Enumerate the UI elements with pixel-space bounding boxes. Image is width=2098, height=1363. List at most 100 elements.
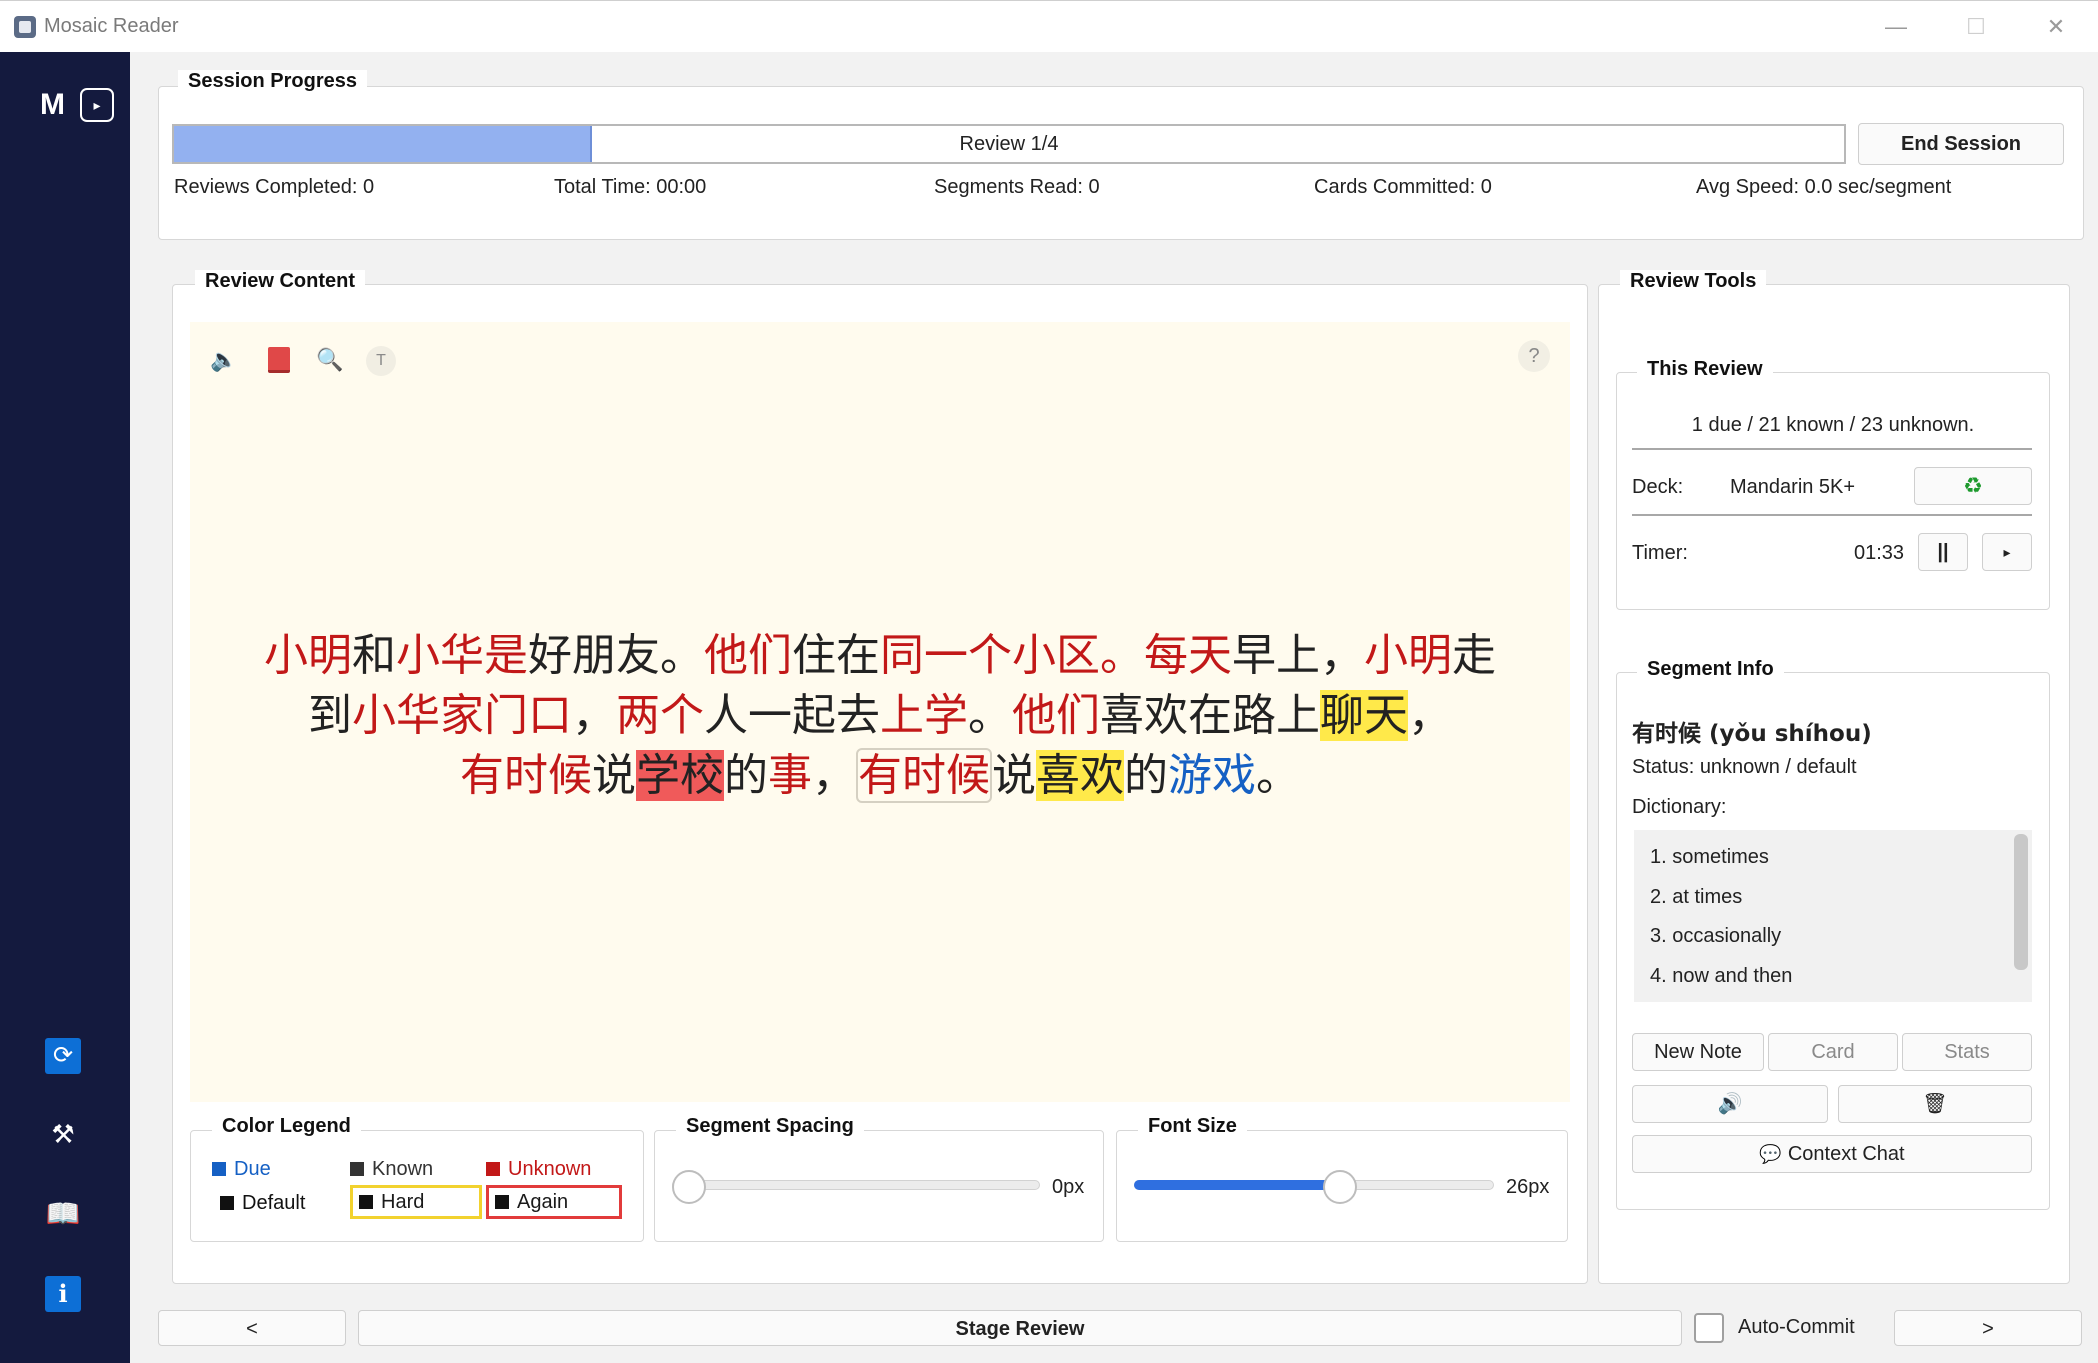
title-bar: Mosaic Reader — ☐ ✕	[0, 0, 2098, 52]
passage-segment[interactable]: 同一个小区。每天	[880, 630, 1232, 681]
book-icon[interactable]	[262, 344, 294, 376]
definition-item: 1. sometimes	[1650, 846, 1769, 868]
passage-segment[interactable]: 他们	[704, 630, 792, 681]
segment-spacing-value: 0px	[1052, 1176, 1085, 1198]
session-progress-bar: Review 1/4	[172, 124, 1846, 164]
passage-segment[interactable]: 小明	[264, 630, 352, 681]
font-size-value: 26px	[1506, 1176, 1550, 1198]
dictionary-label: Dictionary:	[1632, 796, 1727, 818]
chat-icon: 💬	[1759, 1144, 1782, 1164]
review-tools-title: Review Tools	[1620, 270, 1767, 293]
auto-commit-checkbox[interactable]	[1694, 1313, 1724, 1343]
font-size-handle[interactable]	[1323, 1170, 1358, 1204]
passage-segment[interactable]: 事	[768, 750, 812, 801]
definition-item: 3. occasionally	[1650, 925, 1782, 947]
legend-unknown: Unknown	[486, 1158, 591, 1181]
legend-default: Default	[220, 1192, 305, 1215]
play-icon[interactable]: ▸	[80, 88, 114, 122]
info-icon[interactable]: i	[45, 1276, 81, 1312]
color-legend-title: Color Legend	[212, 1115, 361, 1138]
timer-label: Timer:	[1632, 542, 1688, 564]
dictionary-scrollbar[interactable]	[2014, 834, 2028, 970]
segment-spacing-handle[interactable]	[672, 1170, 706, 1204]
passage-segment[interactable]: 小华是	[396, 630, 528, 681]
help-icon[interactable]: ?	[1518, 340, 1550, 372]
passage-segment[interactable]: 喜欢	[1036, 750, 1124, 801]
logo-letter: M	[40, 88, 65, 121]
close-button[interactable]: ✕	[2036, 13, 2076, 41]
passage-segment: 到	[308, 690, 352, 741]
deck-sync-button[interactable]: ♻	[1914, 467, 2032, 505]
again-swatch	[495, 1195, 509, 1209]
play-button[interactable]: ▸	[1982, 533, 2032, 571]
segment-spacing-title: Segment Spacing	[676, 1115, 864, 1138]
total-time-stat: Total Time: 00:00	[554, 176, 707, 198]
passage-line-3: 有时候说学校的事，有时候说喜欢的游戏。	[200, 746, 1560, 806]
hard-swatch	[359, 1195, 373, 1209]
passage-segment: 好朋友。	[528, 630, 704, 681]
speaker-icon[interactable]: 🔈	[208, 344, 240, 376]
review-summary: 1 due / 21 known / 23 unknown.	[1691, 414, 1975, 436]
passage-segment[interactable]: 有时候	[460, 750, 592, 801]
reading-passage: 小明和小华是好朋友。他们住在同一个小区。每天早上，小明走 到小华家门口，两个人一…	[200, 626, 1560, 806]
context-chat-label: Context Chat	[1787, 1143, 1905, 1165]
definition-item: 4. now and then	[1650, 965, 1793, 987]
speak-button[interactable]: 🔊	[1632, 1085, 1828, 1123]
recycle-icon: ♻	[1963, 473, 1983, 498]
delete-button[interactable]: 🗑	[1838, 1085, 2032, 1123]
legend-again: Again	[486, 1185, 622, 1219]
segment-spacing-track[interactable]	[672, 1180, 1040, 1190]
text-size-icon[interactable]: T	[366, 346, 396, 376]
passage-segment: 和	[352, 630, 396, 681]
passage-segment: ，	[572, 690, 616, 741]
passage-segment[interactable]: 游戏	[1168, 750, 1256, 801]
search-icon[interactable]: 🔍	[314, 344, 346, 376]
next-button[interactable]: >	[1894, 1310, 2082, 1346]
trash-icon: 🗑	[1922, 1093, 1948, 1115]
maximize-button[interactable]: ☐	[1956, 13, 1996, 41]
font-size-title: Font Size	[1138, 1115, 1247, 1138]
passage-line-2: 到小华家门口，两个人一起去上学。他们喜欢在路上聊天，	[200, 686, 1560, 746]
segments-read-stat: Segments Read: 0	[934, 176, 1100, 198]
card-button[interactable]: Card	[1768, 1033, 1898, 1071]
passage-segment[interactable]: 学校	[636, 750, 724, 801]
font-size-fill	[1134, 1180, 1341, 1190]
context-chat-button[interactable]: 💬 Context Chat	[1632, 1135, 2032, 1173]
passage-segment[interactable]: 小华家门口	[352, 690, 572, 741]
new-note-button[interactable]: New Note	[1632, 1033, 1764, 1071]
minimize-button[interactable]: —	[1876, 13, 1916, 41]
passage-segment: 。	[1256, 750, 1300, 801]
sync-icon[interactable]: ⟳	[45, 1038, 81, 1074]
deck-divider	[1632, 514, 2032, 516]
segment-word: 有时候 (yǒu shíhou)	[1632, 721, 1872, 747]
passage-segment: 走	[1452, 630, 1496, 681]
passage-segment[interactable]: 有时候	[856, 748, 992, 803]
default-swatch	[220, 1196, 234, 1210]
previous-button[interactable]: <	[158, 1310, 346, 1346]
definition-item: 2. at times	[1650, 886, 1743, 908]
review-content-title: Review Content	[195, 270, 366, 293]
passage-segment[interactable]: 小明	[1364, 630, 1452, 681]
stats-button[interactable]: Stats	[1902, 1033, 2032, 1071]
stage-review-button[interactable]: Stage Review	[358, 1310, 1682, 1346]
speaker-icon: 🔊	[1717, 1093, 1743, 1115]
unknown-swatch	[486, 1162, 500, 1176]
end-session-button[interactable]: End Session	[1858, 123, 2064, 165]
legend-due: Due	[212, 1158, 271, 1181]
passage-segment[interactable]: 两个	[616, 690, 704, 741]
wrench-icon[interactable]: ⚒	[45, 1116, 81, 1152]
timer-value: 01:33	[1854, 542, 1905, 564]
known-swatch	[350, 1162, 364, 1176]
passage-segment[interactable]: 他们	[1012, 690, 1100, 741]
book-icon[interactable]: 📖	[45, 1196, 81, 1232]
segment-info-title: Segment Info	[1637, 658, 1784, 681]
passage-segment: 。	[968, 690, 1012, 741]
app-title: Mosaic Reader	[44, 15, 179, 37]
pause-button[interactable]: ||	[1918, 533, 1968, 571]
passage-segment[interactable]: 上学	[880, 690, 968, 741]
passage-segment[interactable]: 聊天	[1320, 690, 1408, 741]
reviews-completed-stat: Reviews Completed: 0	[174, 176, 375, 198]
deck-label: Deck:	[1632, 476, 1684, 498]
passage-segment: 喜欢在路上	[1100, 690, 1320, 741]
avg-speed-stat: Avg Speed: 0.0 sec/segment	[1696, 176, 1952, 198]
